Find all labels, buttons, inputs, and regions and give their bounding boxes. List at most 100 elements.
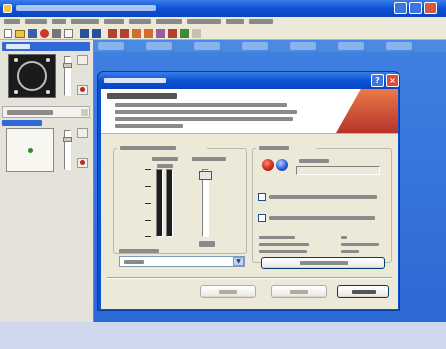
back-button-label-placeholder — [219, 290, 237, 294]
speaker-dot — [14, 58, 18, 62]
meter-label-placeholder — [152, 157, 178, 161]
close-button[interactable] — [424, 2, 437, 14]
menu-item[interactable] — [226, 19, 244, 24]
menu-item[interactable] — [52, 19, 66, 24]
cut-icon[interactable] — [52, 29, 61, 38]
help-button[interactable]: ? — [371, 74, 384, 87]
step-description-placeholder — [115, 110, 297, 114]
record-button[interactable] — [262, 159, 274, 171]
dialog-title-placeholder — [104, 78, 166, 83]
open-file-icon[interactable] — [15, 30, 25, 38]
minimize-button[interactable] — [394, 2, 407, 14]
level-label-placeholder — [192, 157, 226, 161]
app-title-bar — [0, 0, 446, 17]
cancel-button[interactable] — [337, 285, 389, 298]
effect-icon[interactable] — [120, 29, 129, 38]
effect-icon[interactable] — [156, 29, 165, 38]
effect-icon[interactable] — [132, 29, 141, 38]
track-dropdown-icon[interactable] — [81, 109, 88, 116]
effect-icon[interactable] — [108, 29, 117, 38]
scale-tick — [145, 236, 151, 237]
menu-item[interactable] — [4, 19, 20, 24]
next-button-label-placeholder — [290, 290, 308, 294]
pan-dot[interactable] — [28, 148, 33, 153]
menu-bar — [0, 17, 446, 27]
mute-icon[interactable] — [77, 55, 88, 65]
stop-on-signal-checkbox[interactable] — [258, 193, 266, 201]
pan-widget[interactable] — [6, 128, 54, 172]
source-select-value-placeholder — [124, 260, 144, 264]
cancel-button-label-placeholder — [352, 290, 376, 294]
undo-icon[interactable] — [80, 29, 89, 38]
copy-icon[interactable] — [64, 29, 73, 38]
record-level-slider[interactable] — [199, 169, 212, 237]
menu-item[interactable] — [71, 19, 99, 24]
source-select[interactable]: ▼ — [119, 256, 245, 267]
record-tool-icon[interactable] — [40, 29, 49, 38]
next-button[interactable] — [271, 285, 327, 298]
track-name-placeholder — [6, 44, 30, 49]
effect-icon[interactable] — [180, 29, 189, 38]
speaker-widget[interactable] — [8, 54, 56, 98]
level-meter-right — [166, 169, 173, 237]
slider-thumb[interactable] — [63, 137, 72, 142]
back-button[interactable] — [200, 285, 256, 298]
effect-icon[interactable] — [192, 29, 201, 38]
track-button[interactable] — [2, 120, 42, 126]
file-name-value-placeholder — [341, 243, 379, 246]
mute-icon[interactable] — [77, 128, 88, 138]
menu-item[interactable] — [25, 19, 47, 24]
level-meter-left — [156, 169, 163, 237]
menu-item[interactable] — [187, 19, 221, 24]
group-title-placeholder — [120, 146, 176, 150]
group-title-placeholder — [259, 146, 289, 150]
slider-thumb[interactable] — [199, 171, 212, 180]
track-header[interactable] — [2, 42, 90, 51]
record-arm-icon[interactable] — [77, 85, 88, 95]
ruler-label — [386, 42, 412, 50]
stop-on-signal-label-placeholder — [269, 195, 377, 199]
save-icon[interactable] — [28, 29, 37, 38]
source-label-placeholder — [119, 249, 159, 253]
max-time-value-placeholder — [341, 250, 359, 253]
record-wizard-dialog: ? × ▼ — [97, 71, 400, 311]
track-name-placeholder — [7, 110, 53, 115]
menu-item[interactable] — [129, 19, 151, 24]
menu-item[interactable] — [156, 19, 182, 24]
menu-item[interactable] — [249, 19, 273, 24]
step-description-placeholder — [115, 124, 183, 128]
dialog-body: ▼ — [101, 89, 398, 309]
step-description-placeholder — [115, 117, 293, 121]
redo-icon[interactable] — [92, 29, 101, 38]
disk-free-value — [341, 234, 389, 241]
speaker-dot — [46, 90, 50, 94]
volume-slider[interactable] — [63, 130, 72, 170]
stop-after-silence-label-placeholder — [269, 216, 375, 220]
menu-item[interactable] — [104, 19, 124, 24]
scale-tick — [145, 203, 151, 204]
play-button[interactable] — [276, 159, 288, 171]
ruler-label — [146, 42, 172, 50]
new-file-icon[interactable] — [4, 29, 12, 38]
ruler-label — [338, 42, 364, 50]
scale-tick — [145, 169, 151, 170]
timeline-ruler[interactable] — [94, 40, 446, 52]
effect-icon[interactable] — [168, 29, 177, 38]
ruler-label — [290, 42, 316, 50]
step-description-placeholder — [115, 103, 287, 107]
speaker-ring — [17, 61, 47, 91]
dialog-divider — [107, 277, 392, 279]
close-button[interactable]: × — [386, 74, 399, 87]
chevron-down-icon[interactable]: ▼ — [233, 257, 244, 266]
file-name-label-placeholder — [259, 243, 309, 246]
track-header[interactable] — [2, 106, 90, 118]
slider-thumb[interactable] — [63, 63, 72, 68]
volume-slider[interactable] — [63, 56, 72, 96]
record-arm-icon[interactable] — [77, 158, 88, 168]
effect-icon[interactable] — [144, 29, 153, 38]
stop-after-silence-checkbox[interactable] — [258, 214, 266, 222]
max-time-label-placeholder — [259, 250, 307, 253]
position-label-placeholder — [299, 159, 329, 163]
maximize-button[interactable] — [409, 2, 422, 14]
change-file-button[interactable] — [261, 257, 385, 269]
